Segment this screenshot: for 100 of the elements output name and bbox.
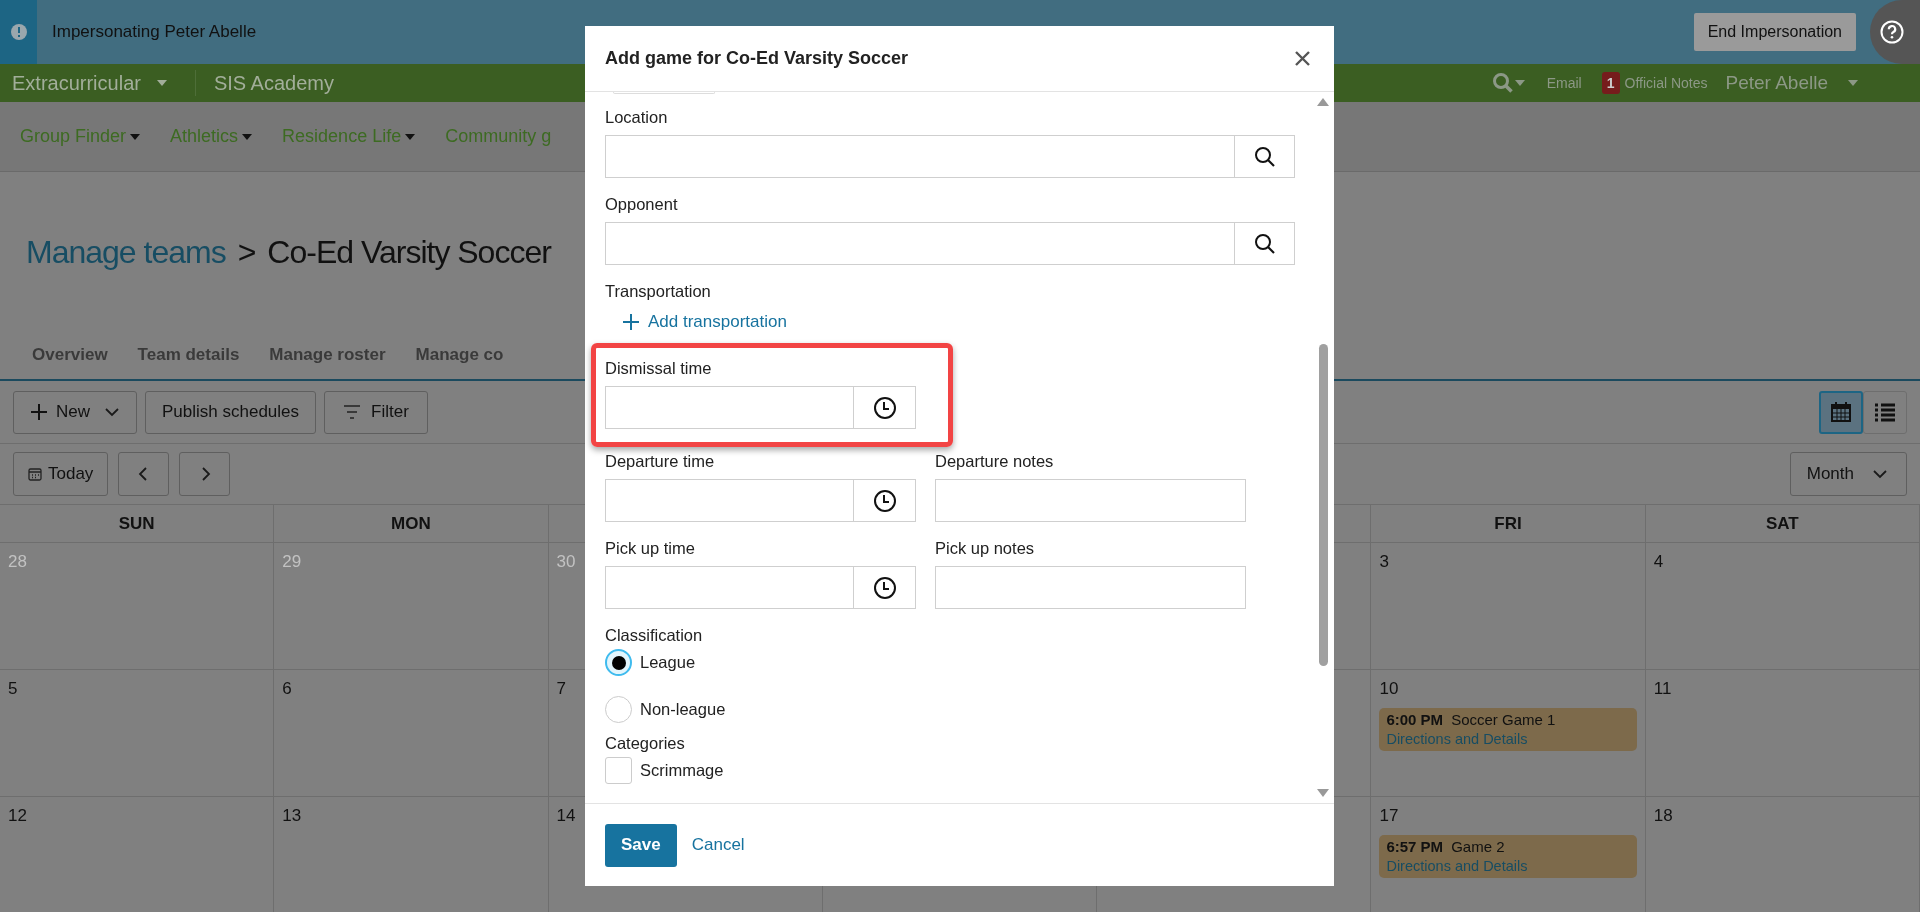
- day-number: 10: [1379, 678, 1399, 700]
- caret-icon: [1514, 80, 1525, 86]
- day-number: 3: [1379, 551, 1389, 573]
- tab[interactable]: Team details: [125, 331, 252, 379]
- event-card[interactable]: 6:00 PM Soccer Game 1 Directions and Details: [1379, 707, 1637, 751]
- clock-icon: [872, 488, 897, 513]
- event-title: Soccer Game 1: [1451, 709, 1556, 729]
- day-number: 14: [556, 805, 576, 827]
- day-number: 29: [282, 551, 302, 573]
- plus-icon: [623, 314, 639, 330]
- caret-icon: [405, 133, 416, 140]
- notes-field[interactable]: [935, 479, 1246, 522]
- impersonation-message: Impersonating Peter Abelle: [52, 21, 257, 44]
- view-toggle-button[interactable]: [1819, 390, 1863, 434]
- radio-option[interactable]: League: [605, 649, 1334, 676]
- calendar-cell[interactable]: 13: [274, 797, 549, 912]
- help-icon: [1880, 20, 1904, 44]
- search-icon[interactable]: [1491, 72, 1514, 94]
- close-icon: [1294, 51, 1310, 66]
- user-menu[interactable]: Peter Abelle: [1725, 68, 1858, 98]
- field-label: Transportation: [605, 281, 712, 302]
- filter-button[interactable]: Filter: [324, 390, 428, 434]
- breadcrumb-separator: >: [237, 232, 256, 272]
- list-icon: [1874, 402, 1896, 422]
- time-field[interactable]: [605, 566, 916, 609]
- scrollbar[interactable]: [1316, 98, 1330, 797]
- notes-count-badge: 1: [1601, 72, 1620, 94]
- calendar-cell[interactable]: 3: [1371, 543, 1646, 670]
- field-label: Pick up time: [605, 538, 696, 559]
- event-title: Game 2: [1451, 836, 1505, 856]
- new-button[interactable]: New: [13, 390, 137, 434]
- calendar-cell[interactable]: 5: [0, 670, 275, 797]
- calendar-cell[interactable]: 11: [1645, 670, 1920, 797]
- alert-icon: [10, 24, 27, 40]
- lookup-field[interactable]: [605, 222, 1295, 265]
- end-impersonation-button[interactable]: End Impersonation: [1693, 13, 1856, 51]
- previous-button[interactable]: [118, 452, 170, 496]
- calendar-cell[interactable]: 18: [1645, 797, 1920, 912]
- add-transportation-link[interactable]: Add transportation: [623, 306, 787, 338]
- checkbox-option[interactable]: Scrimmage: [605, 757, 1334, 784]
- calendar-cell[interactable]: 17 6:57 PM Game 2 Directions and Details: [1371, 797, 1646, 912]
- notes-field[interactable]: [935, 566, 1246, 609]
- clock-icon: [872, 575, 897, 600]
- next-button[interactable]: [179, 452, 231, 496]
- scroll-down-arrow-icon: [1317, 789, 1329, 797]
- day-number: 7: [556, 678, 567, 700]
- publish-schedules-button[interactable]: Publish schedules: [145, 390, 317, 434]
- calendar-cell[interactable]: 4: [1645, 543, 1920, 670]
- time-field[interactable]: [605, 479, 916, 522]
- calendar-cell[interactable]: 12: [0, 797, 275, 912]
- cancel-link[interactable]: Cancel: [691, 832, 745, 858]
- tab[interactable]: Manage co: [403, 331, 516, 379]
- calendar-cell[interactable]: 10 6:00 PM Soccer Game 1 Directions and Details: [1371, 670, 1646, 797]
- weekday-header: MON: [391, 512, 431, 535]
- day-number: 18: [1653, 805, 1673, 827]
- today-button[interactable]: Today: [13, 452, 109, 496]
- top-nav-item[interactable]: SIS Academy: [213, 68, 334, 98]
- field-label: Categories: [605, 733, 686, 754]
- event-time: 6:57 PM: [1386, 836, 1444, 856]
- scrollbar-thumb[interactable]: [1318, 344, 1328, 666]
- page-title: Co-Ed Varsity Soccer: [267, 232, 551, 272]
- email-link[interactable]: Email: [1546, 72, 1582, 94]
- calendar-icon: [28, 467, 42, 481]
- official-notes-link[interactable]: Official Notes: [1624, 72, 1708, 94]
- day-number: 17: [1379, 805, 1399, 827]
- day-number: 4: [1653, 551, 1664, 573]
- calendar-cell[interactable]: 6: [274, 670, 549, 797]
- lookup-field[interactable]: [605, 135, 1295, 178]
- weekday-header: SAT: [1765, 512, 1799, 535]
- help-button[interactable]: [1870, 0, 1920, 64]
- caret-icon: [156, 80, 167, 86]
- day-number: 13: [282, 805, 302, 827]
- day-number: 5: [8, 678, 18, 700]
- tab[interactable]: Manage roster: [257, 331, 398, 379]
- search-icon: [1253, 145, 1276, 168]
- day-number: 28: [8, 551, 27, 573]
- plus-icon: [30, 403, 48, 421]
- clock-icon: [872, 395, 897, 420]
- field-label: Dismissal time: [605, 358, 713, 379]
- dialog-title: Add game for Co-Ed Varsity Soccer: [605, 47, 909, 70]
- save-button[interactable]: Save: [605, 823, 677, 867]
- day-number: 6: [282, 678, 292, 700]
- view-toggle-button[interactable]: [1863, 390, 1907, 434]
- caret-icon: [242, 133, 253, 140]
- top-nav-item[interactable]: Extracurricular: [12, 68, 167, 98]
- field-label: Pick up notes: [935, 538, 1036, 559]
- radio-option[interactable]: Non-league: [605, 696, 1334, 723]
- field-label: Departure time: [605, 451, 716, 472]
- day-number: 12: [8, 805, 27, 827]
- period-dropdown[interactable]: Month: [1789, 452, 1907, 496]
- time-field[interactable]: [605, 386, 916, 429]
- calendar-icon: [1830, 401, 1852, 423]
- field-label: Opponent: [605, 194, 679, 215]
- day-number: 30: [556, 551, 576, 573]
- tab[interactable]: Overview: [20, 331, 120, 379]
- event-card[interactable]: 6:57 PM Game 2 Directions and Details: [1379, 834, 1637, 878]
- day-number: 11: [1653, 678, 1672, 700]
- field-label: Location: [605, 107, 669, 128]
- filter-icon: [343, 405, 362, 419]
- event-time: 6:00 PM: [1386, 709, 1444, 729]
